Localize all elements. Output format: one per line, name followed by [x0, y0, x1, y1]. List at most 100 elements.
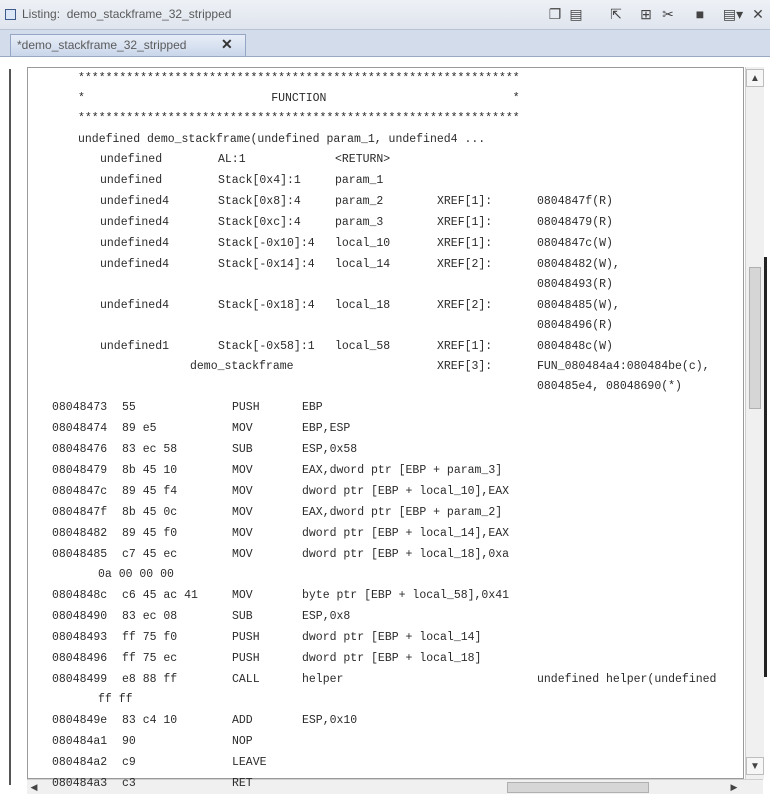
xref-link[interactable]: 08048479(R) — [537, 216, 613, 229]
instruction-operands[interactable]: byte ptr [EBP + local_58],0x41 — [302, 589, 509, 602]
instruction-operands[interactable]: EAX,dword ptr [EBP + param_2] — [302, 506, 502, 519]
variable-type[interactable]: undefined4 — [100, 195, 169, 208]
scissors-icon[interactable]: ✂ — [658, 5, 678, 23]
instruction-operands[interactable]: dword ptr [EBP + local_14],EAX — [302, 527, 509, 540]
instruction-address[interactable]: 0804847f — [52, 506, 107, 519]
instruction-address[interactable]: 08048474 — [52, 422, 107, 435]
instruction-operands[interactable]: dword ptr [EBP + local_10],EAX — [302, 485, 509, 498]
xref-link[interactable]: 0804848c(W) — [537, 340, 613, 353]
instruction-mnemonic[interactable]: MOV — [232, 589, 253, 602]
close-icon[interactable]: ✕ — [221, 36, 233, 53]
instruction-address[interactable]: 08048490 — [52, 610, 107, 623]
instruction-operands[interactable]: ESP,0x58 — [302, 443, 357, 456]
instruction-operands[interactable]: ESP,0x8 — [302, 610, 350, 623]
instruction-mnemonic[interactable]: PUSH — [232, 652, 260, 665]
variable-name[interactable]: local_14 — [335, 258, 390, 271]
instruction-address[interactable]: 08048473 — [52, 401, 107, 414]
variable-storage: Stack[-0x10]:4 — [218, 237, 315, 250]
scroll-right-icon[interactable]: ▶ — [727, 780, 741, 794]
variable-name[interactable]: local_58 — [335, 340, 390, 353]
variable-name[interactable]: param_3 — [335, 216, 383, 229]
variable-name[interactable]: local_18 — [335, 299, 390, 312]
xref-link[interactable]: 08048493(R) — [537, 278, 613, 291]
instruction-address[interactable]: 08048476 — [52, 443, 107, 456]
xref-link[interactable]: 0804847f(R) — [537, 195, 613, 208]
tab-demo-stackframe[interactable]: *demo_stackframe_32_stripped ✕ — [10, 34, 246, 56]
instruction-address[interactable]: 08048485 — [52, 548, 107, 561]
instruction-mnemonic[interactable]: RET — [232, 777, 253, 790]
variable-type[interactable]: undefined4 — [100, 216, 169, 229]
instruction-bytes: 83 c4 10 — [122, 714, 178, 727]
instruction-address[interactable]: 0804849e — [52, 714, 107, 727]
variable-type[interactable]: undefined4 — [100, 237, 169, 250]
instruction-address[interactable]: 08048482 — [52, 527, 107, 540]
xref-link[interactable]: 0804847c(W) — [537, 237, 613, 250]
instruction-bytes: 89 e5 — [122, 422, 157, 435]
instruction-mnemonic[interactable]: MOV — [232, 506, 253, 519]
listing-window-icon — [5, 9, 16, 20]
instruction-mnemonic[interactable]: MOV — [232, 464, 253, 477]
instruction-operands[interactable]: helper — [302, 673, 343, 686]
instruction-address[interactable]: 0804847c — [52, 485, 107, 498]
layout-icon[interactable]: ⊞ — [636, 5, 656, 23]
instruction-address[interactable]: 080484a1 — [52, 735, 107, 748]
instruction-address[interactable]: 0804848c — [52, 589, 107, 602]
instruction-mnemonic[interactable]: SUB — [232, 443, 253, 456]
xref-link[interactable]: 08048482(W), — [537, 258, 620, 271]
instruction-mnemonic[interactable]: CALL — [232, 673, 260, 686]
variable-type[interactable]: undefined1 — [100, 340, 169, 353]
close-icon[interactable]: ✕ — [748, 5, 768, 23]
variable-name[interactable]: local_10 — [335, 237, 390, 250]
instruction-mnemonic[interactable]: MOV — [232, 548, 253, 561]
horizontal-scrollbar[interactable]: ◀ ▶ — [27, 779, 763, 794]
instruction-operands[interactable]: ESP,0x10 — [302, 714, 357, 727]
variable-type[interactable]: undefined4 — [100, 299, 169, 312]
instruction-address[interactable]: 08048479 — [52, 464, 107, 477]
instruction-mnemonic[interactable]: SUB — [232, 610, 253, 623]
instruction-mnemonic[interactable]: ADD — [232, 714, 253, 727]
function-signature[interactable]: undefined demo_stackframe(undefined para… — [78, 133, 485, 146]
instruction-address[interactable]: 08048493 — [52, 631, 107, 644]
copy-icon[interactable]: ❐ — [545, 5, 565, 23]
instruction-mnemonic[interactable]: NOP — [232, 735, 253, 748]
instruction-operands[interactable]: EBP,ESP — [302, 422, 350, 435]
paste-icon[interactable]: ▤ — [566, 5, 586, 23]
xref-link[interactable]: FUN_080484a4:080484be(c), — [537, 360, 710, 373]
variable-name[interactable]: <RETURN> — [335, 153, 390, 166]
instruction-operands[interactable]: dword ptr [EBP + local_18],0xa — [302, 548, 509, 561]
variable-type[interactable]: undefined4 — [100, 258, 169, 271]
xref-link[interactable]: 080485e4, 08048690(*) — [537, 380, 682, 393]
instruction-mnemonic[interactable]: LEAVE — [232, 756, 267, 769]
function-label[interactable]: demo_stackframe — [190, 360, 294, 373]
instruction-operands[interactable]: EBP — [302, 401, 323, 414]
scroll-up-icon[interactable]: ▲ — [746, 69, 764, 87]
variable-storage: Stack[-0x58]:1 — [218, 340, 315, 353]
instruction-mnemonic[interactable]: MOV — [232, 485, 253, 498]
vertical-scrollbar[interactable]: ▲ ▼ — [745, 67, 764, 779]
instruction-address[interactable]: 080484a2 — [52, 756, 107, 769]
instruction-mnemonic[interactable]: MOV — [232, 527, 253, 540]
scroll-down-icon[interactable]: ▼ — [746, 757, 764, 775]
xref-link[interactable]: 08048485(W), — [537, 299, 620, 312]
instruction-address[interactable]: 080484a3 — [52, 777, 107, 790]
instruction-mnemonic[interactable]: PUSH — [232, 631, 260, 644]
instruction-address[interactable]: 08048499 — [52, 673, 107, 686]
instruction-operands[interactable]: EAX,dword ptr [EBP + param_3] — [302, 464, 502, 477]
variable-name[interactable]: param_2 — [335, 195, 383, 208]
menu-icon[interactable]: ▤▾ — [720, 5, 746, 23]
instruction-operands[interactable]: dword ptr [EBP + local_18] — [302, 652, 481, 665]
horizontal-scroll-thumb[interactable] — [507, 782, 649, 793]
variable-name[interactable]: param_1 — [335, 174, 383, 187]
vertical-scroll-thumb[interactable] — [749, 267, 761, 409]
xref-link[interactable]: 08048496(R) — [537, 319, 613, 332]
variable-type[interactable]: undefined — [100, 153, 162, 166]
variable-type[interactable]: undefined — [100, 174, 162, 187]
window-title-bar: Listing: demo_stackframe_32_stripped ❐ ▤… — [0, 0, 770, 30]
instruction-operands[interactable]: dword ptr [EBP + local_14] — [302, 631, 481, 644]
instruction-address[interactable]: 08048496 — [52, 652, 107, 665]
instruction-mnemonic[interactable]: PUSH — [232, 401, 260, 414]
instruction-mnemonic[interactable]: MOV — [232, 422, 253, 435]
cursor-icon[interactable]: ⇱ — [606, 5, 626, 23]
scroll-left-icon[interactable]: ◀ — [27, 780, 41, 794]
snapshot-icon[interactable]: ■ — [690, 5, 710, 23]
